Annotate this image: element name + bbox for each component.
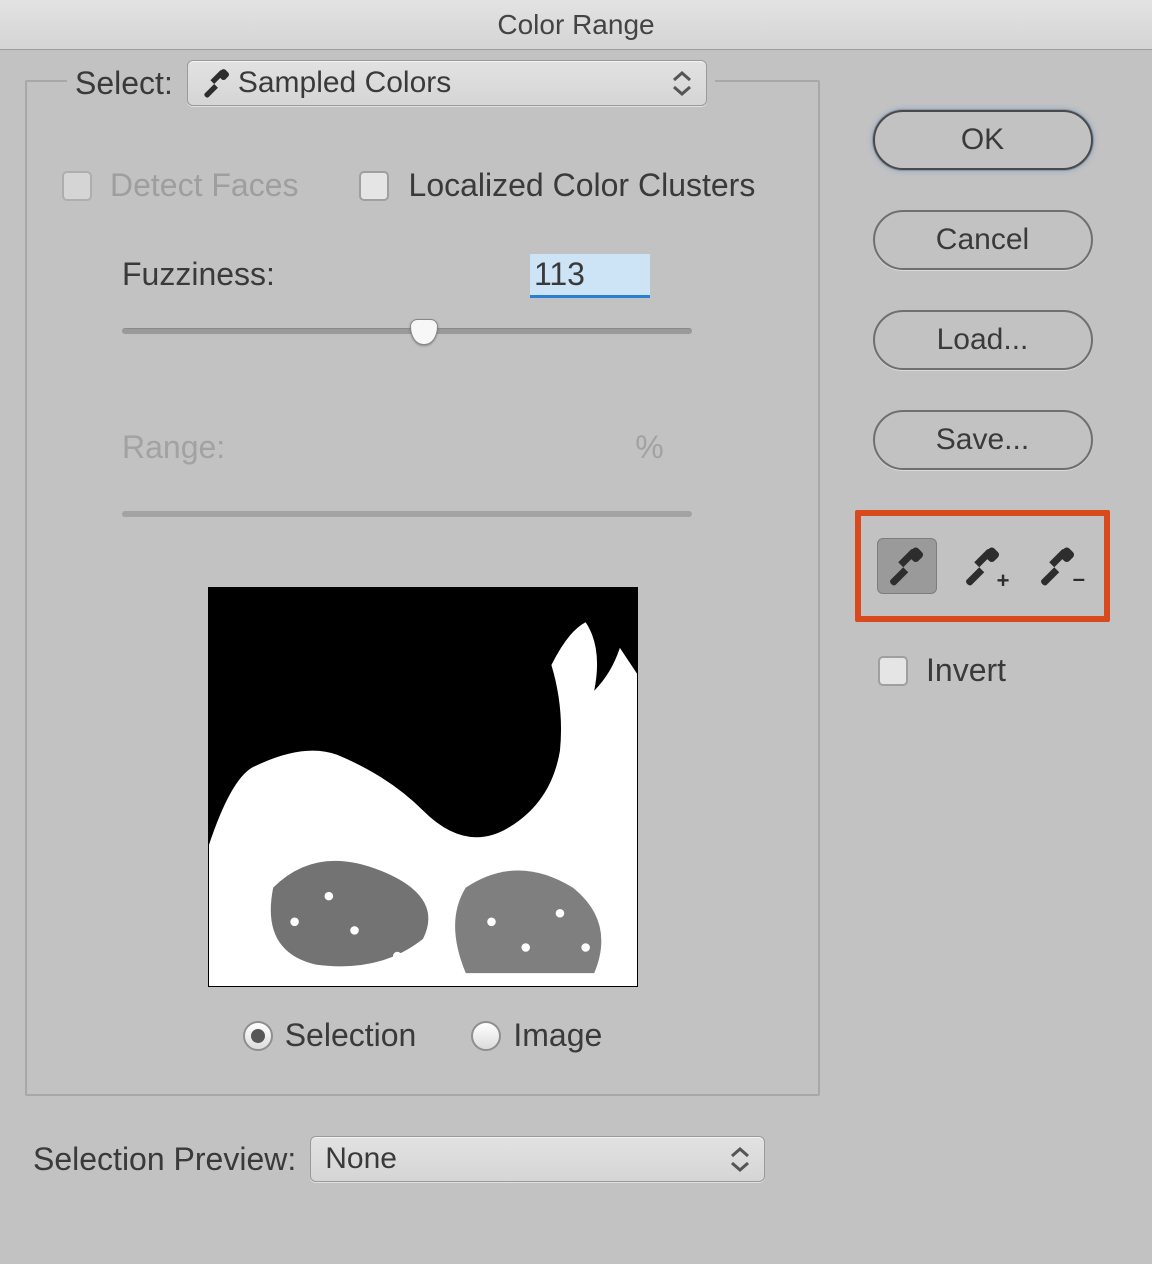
range-label: Range:	[122, 429, 225, 466]
chevrons-icon	[730, 1147, 750, 1173]
selection-radio-label: Selection	[285, 1017, 417, 1054]
eyedropper-tool[interactable]	[877, 538, 937, 594]
invert-checkbox[interactable]	[878, 656, 908, 686]
selection-preview-label: Selection Preview:	[33, 1141, 296, 1178]
select-row: Select: Sampled Colors	[67, 60, 715, 106]
options-group: Select: Sampled Colors Detect Faces Loca…	[25, 80, 820, 1096]
detect-faces-label: Detect Faces	[110, 167, 299, 204]
invert-label: Invert	[926, 652, 1006, 689]
chevrons-icon	[672, 71, 692, 97]
minus-badge: –	[1073, 566, 1085, 592]
eyedropper-subtract-tool[interactable]: –	[1028, 538, 1088, 594]
fuzziness-input[interactable]	[530, 254, 650, 298]
select-value: Sampled Colors	[238, 66, 451, 100]
save-button[interactable]: Save...	[873, 410, 1093, 470]
detect-faces-checkbox	[62, 171, 92, 201]
range-unit: %	[635, 429, 663, 466]
fuzziness-label: Fuzziness:	[122, 256, 275, 293]
eyedropper-toolbar: + –	[855, 510, 1110, 622]
plus-badge: +	[997, 568, 1010, 594]
selection-preview-value: None	[325, 1142, 397, 1176]
title-text: Color Range	[497, 9, 654, 41]
fuzziness-slider[interactable]	[122, 328, 692, 334]
slider-track	[122, 328, 692, 334]
eyedropper-add-tool[interactable]: +	[953, 538, 1013, 594]
localized-label: Localized Color Clusters	[409, 167, 756, 204]
image-radio-label: Image	[513, 1017, 602, 1054]
selection-radio[interactable]	[243, 1021, 273, 1051]
selection-preview-image	[208, 587, 638, 987]
dialog-title: Color Range	[0, 0, 1152, 50]
eyedropper-icon	[202, 68, 232, 98]
selection-preview-dropdown[interactable]: None	[310, 1136, 765, 1182]
eyedropper-icon	[887, 546, 927, 586]
range-slider	[122, 511, 692, 517]
select-dropdown[interactable]: Sampled Colors	[187, 60, 707, 106]
localized-checkbox[interactable]	[359, 171, 389, 201]
image-radio[interactable]	[471, 1021, 501, 1051]
load-button[interactable]: Load...	[873, 310, 1093, 370]
ok-button[interactable]: OK	[873, 110, 1093, 170]
select-label: Select:	[75, 65, 173, 102]
preview-mode-radios: Selection Image	[62, 1017, 783, 1054]
cancel-button[interactable]: Cancel	[873, 210, 1093, 270]
slider-thumb[interactable]	[410, 319, 438, 345]
